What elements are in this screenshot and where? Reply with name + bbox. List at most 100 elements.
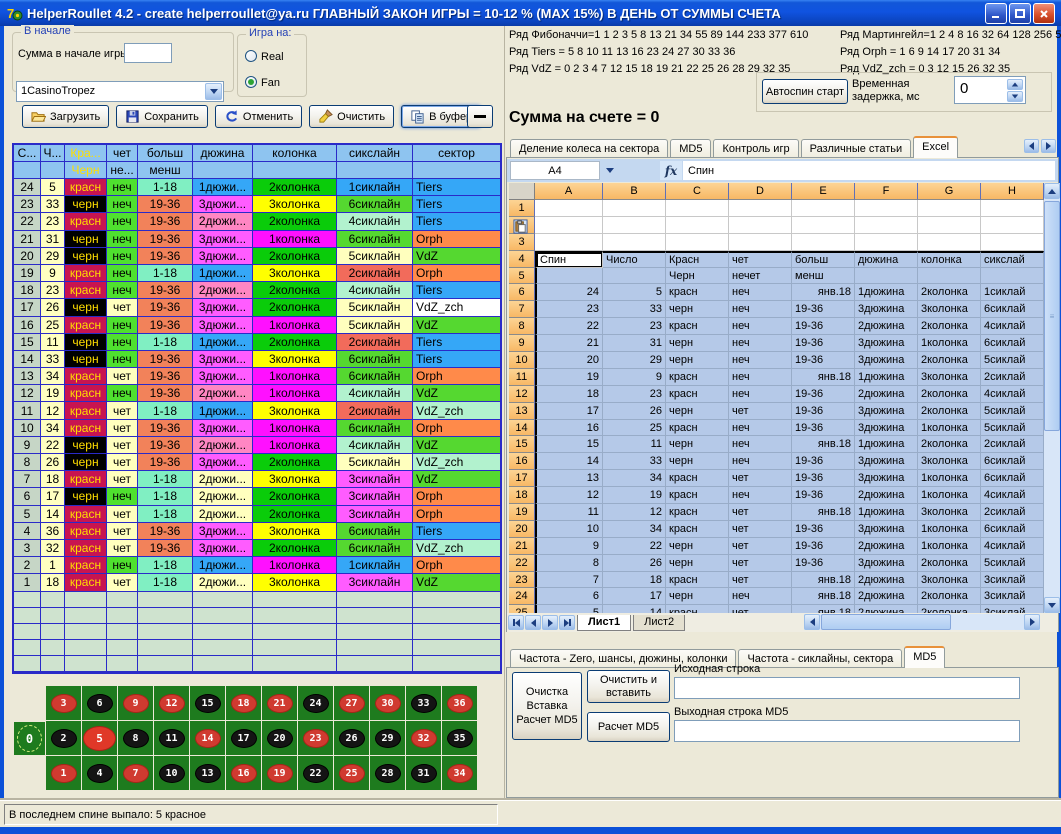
grid-cell-D1[interactable] [729, 200, 792, 217]
roulette-cell-13[interactable]: 13 [190, 756, 225, 790]
grid-cell-C24[interactable]: черн [666, 588, 729, 605]
autospin-start-button[interactable]: Автоспин старт [762, 79, 848, 104]
grid-row-header[interactable]: 24 [509, 588, 535, 605]
scroll-down-icon[interactable] [1044, 597, 1060, 613]
grid-cell-F5[interactable] [855, 268, 918, 285]
grid-cell-D15[interactable]: неч [729, 436, 792, 453]
md5-clear-paste-calc-button[interactable]: Очистка Вставка Расчет MD5 [512, 672, 582, 740]
scroll-up-icon[interactable] [1044, 183, 1060, 199]
grid-cell-G3[interactable] [918, 234, 981, 251]
roulette-cell-12[interactable]: 12 [154, 686, 189, 720]
grid-cell-F2[interactable] [855, 217, 918, 234]
grid-cell-A5[interactable] [535, 268, 603, 285]
grid-cell-D11[interactable]: неч [729, 369, 792, 386]
grid-cell-F11[interactable]: 1дюжина [855, 369, 918, 386]
grid-cell-E24[interactable]: янв.18 [792, 588, 855, 605]
grid-cell-G4[interactable]: колонка [918, 251, 981, 268]
grid-cell-H7[interactable]: 6сиклай [981, 301, 1044, 318]
grid-column-header[interactable]: F [855, 183, 918, 200]
grid-row-header[interactable]: 23 [509, 572, 535, 589]
grid-cell-A2[interactable] [535, 217, 603, 234]
grid-cell-H22[interactable]: 5сиклай [981, 555, 1044, 572]
grid-cell-H14[interactable]: 5сиклай [981, 420, 1044, 437]
clear-button[interactable]: Очистить [309, 105, 394, 128]
grid-cell-B21[interactable]: 22 [603, 538, 666, 555]
grid-cell-C15[interactable]: черн [666, 436, 729, 453]
scroll-left-icon[interactable] [804, 614, 820, 630]
grid-cell-B20[interactable]: 34 [603, 521, 666, 538]
grid-cell-F23[interactable]: 2дюжина [855, 572, 918, 589]
grid-cell-B14[interactable]: 25 [603, 420, 666, 437]
grid-cell-D2[interactable] [729, 217, 792, 234]
grid-cell-F7[interactable]: 3дюжина [855, 301, 918, 318]
md5-clear-and-paste-button[interactable]: Очистить и вставить [587, 670, 670, 703]
md5-output-field[interactable] [674, 720, 1020, 742]
grid-cell-G24[interactable]: 2колонка [918, 588, 981, 605]
grid-cell-A9[interactable]: 21 [535, 335, 603, 352]
sheet-nav-first-icon[interactable] [508, 615, 524, 630]
roulette-cell-18[interactable]: 18 [226, 686, 261, 720]
grid-cell-C10[interactable]: черн [666, 352, 729, 369]
grid-cell-E16[interactable]: 19-36 [792, 453, 855, 470]
grid-cell-E23[interactable]: янв.18 [792, 572, 855, 589]
grid-cell-C18[interactable]: красн [666, 487, 729, 504]
grid-cell-D10[interactable]: неч [729, 352, 792, 369]
collapse-panel-button[interactable] [467, 105, 493, 128]
grid-cell-E21[interactable]: 19-36 [792, 538, 855, 555]
grid-column-header[interactable]: A [535, 183, 603, 200]
grid-cell-C22[interactable]: черн [666, 555, 729, 572]
sheet-nav-last-icon[interactable] [559, 615, 575, 630]
grid-cell-E25[interactable]: янв.18 [792, 605, 855, 613]
roulette-cell-25[interactable]: 25 [334, 756, 369, 790]
grid-cell-E19[interactable]: янв.18 [792, 504, 855, 521]
grid-cell-C5[interactable]: Черн [666, 268, 729, 285]
grid-row-header[interactable]: 11 [509, 369, 535, 386]
grid-cell-B5[interactable] [603, 268, 666, 285]
md5-input-field[interactable] [674, 677, 1020, 699]
roulette-cell-5[interactable]: 5 [82, 721, 117, 755]
grid-cell-D12[interactable]: неч [729, 386, 792, 403]
grid-cell-D7[interactable]: неч [729, 301, 792, 318]
grid-cell-H25[interactable]: 3сиклай [981, 605, 1044, 613]
grid-cell-D6[interactable]: неч [729, 284, 792, 301]
grid-cell-F6[interactable]: 1дюжина [855, 284, 918, 301]
sheet-nav-prev-icon[interactable] [525, 615, 541, 630]
grid-cell-D17[interactable]: чет [729, 470, 792, 487]
grid-cell-A22[interactable]: 8 [535, 555, 603, 572]
grid-cell-B1[interactable] [603, 200, 666, 217]
grid-cell-D21[interactable]: чет [729, 538, 792, 555]
vertical-scrollbar[interactable]: ≡ [1044, 183, 1060, 613]
grid-cell-G14[interactable]: 1колонка [918, 420, 981, 437]
grid-cell-E13[interactable]: 19-36 [792, 403, 855, 420]
roulette-cell-22[interactable]: 22 [298, 756, 333, 790]
grid-cell-A16[interactable]: 14 [535, 453, 603, 470]
grid-cell-C4[interactable]: Красн [666, 251, 729, 268]
grid-cell-E8[interactable]: 19-36 [792, 318, 855, 335]
grid-cell-D4[interactable]: чет [729, 251, 792, 268]
grid-cell-C7[interactable]: черн [666, 301, 729, 318]
radio-fan[interactable] [245, 76, 257, 88]
grid-cell-C1[interactable] [666, 200, 729, 217]
grid-column-header[interactable]: E [792, 183, 855, 200]
grid-cell-A23[interactable]: 7 [535, 572, 603, 589]
grid-cell-C13[interactable]: черн [666, 403, 729, 420]
grid-cell-B8[interactable]: 23 [603, 318, 666, 335]
grid-cell-C19[interactable]: красн [666, 504, 729, 521]
grid-cell-B4[interactable]: Число [603, 251, 666, 268]
grid-cell-E6[interactable]: янв.18 [792, 284, 855, 301]
grid-cell-D3[interactable] [729, 234, 792, 251]
grid-cell-G13[interactable]: 2колонка [918, 403, 981, 420]
roulette-cell-16[interactable]: 16 [226, 756, 261, 790]
grid-row-header[interactable]: 22 [509, 555, 535, 572]
horizontal-scroll-thumb[interactable] [821, 614, 951, 630]
grid-cell-C14[interactable]: красн [666, 420, 729, 437]
grid-cell-E7[interactable]: 19-36 [792, 301, 855, 318]
grid-row-header[interactable]: 10 [509, 352, 535, 369]
roulette-cell-32[interactable]: 32 [406, 721, 441, 755]
grid-cell-C25[interactable]: красн [666, 605, 729, 613]
load-button[interactable]: Загрузить [22, 105, 109, 128]
grid-cell-D18[interactable]: неч [729, 487, 792, 504]
grid-cell-F25[interactable]: 2дюжина [855, 605, 918, 613]
delay-spinner[interactable]: 0 [954, 76, 1026, 104]
grid-cell-C17[interactable]: красн [666, 470, 729, 487]
